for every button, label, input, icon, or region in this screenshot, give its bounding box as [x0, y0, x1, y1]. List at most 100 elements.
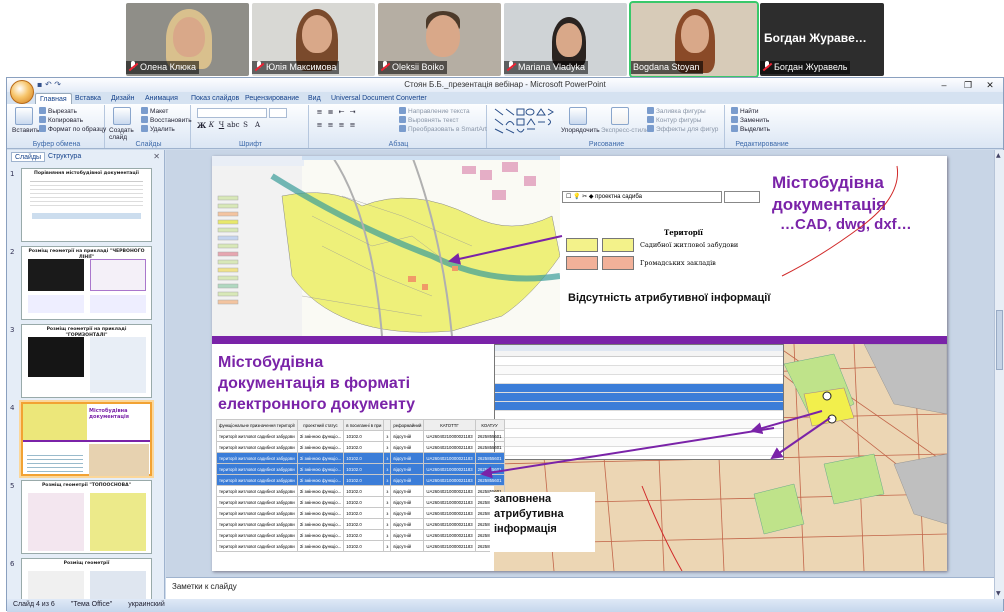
vertical-scrollbar[interactable]: ▲ ▼: [994, 150, 1004, 599]
slide-thumbnail-4[interactable]: Містобудівна документація: [21, 402, 152, 476]
new-slide-button[interactable]: Создать слайд: [109, 127, 139, 141]
participant-tile[interactable]: Mariana Vladyka: [504, 3, 627, 76]
undo-icon[interactable]: ↶: [45, 80, 52, 89]
column-header[interactable]: реформайний: [390, 419, 425, 431]
arrange-icon[interactable]: [569, 107, 587, 125]
table-row[interactable]: території житлової садибної забудови Зі з…: [216, 474, 505, 486]
maximize-button[interactable]: ❐: [957, 78, 979, 92]
attribute-window-row[interactable]: [495, 429, 783, 438]
italic-button[interactable]: К: [207, 121, 216, 130]
font-size-select[interactable]: [269, 108, 287, 118]
column-header[interactable]: в посиланні в при: [343, 419, 385, 431]
notes-pane[interactable]: Заметки к слайду: [166, 577, 994, 599]
close-pane-icon[interactable]: ✕: [153, 152, 160, 161]
column-header[interactable]: КАТОТТГ: [423, 419, 476, 431]
paste-button[interactable]: Вставить: [12, 127, 40, 134]
table-row[interactable]: території житлової садибної забудови Зі з…: [216, 540, 505, 552]
slide-thumbnail-5[interactable]: Розміщ геометрії "ТОПООСНОВА": [21, 480, 152, 554]
quick-styles-button[interactable]: Экспресс-стили: [601, 127, 649, 134]
arrange-button[interactable]: Упорядочить: [561, 127, 600, 134]
redo-icon[interactable]: ↷: [54, 80, 61, 89]
tab-slides[interactable]: Слайды: [11, 152, 46, 162]
attribute-window-row[interactable]: [495, 447, 783, 456]
close-button[interactable]: ✕: [979, 78, 1001, 92]
bullets-button[interactable]: ≡: [315, 108, 324, 117]
align-left-button[interactable]: ≡: [315, 121, 324, 130]
table-row[interactable]: території житлової садибної забудови Зі з…: [216, 518, 505, 530]
paste-icon[interactable]: [15, 107, 33, 125]
underline-button[interactable]: Ч: [217, 121, 226, 130]
align-right-button[interactable]: ≡: [337, 121, 346, 130]
text-direction-button[interactable]: Направление текста: [399, 107, 470, 115]
tab-review[interactable]: Рецензирование: [241, 93, 303, 104]
table-row[interactable]: території житлової садибної забудови Зі з…: [216, 485, 505, 497]
shape-outline-button[interactable]: Контур фигуры: [647, 116, 701, 124]
smartart-button[interactable]: Преобразовать в SmartArt: [399, 125, 487, 133]
align-center-button[interactable]: ≡: [326, 121, 335, 130]
align-text-button[interactable]: Выровнять текст: [399, 116, 459, 124]
justify-button[interactable]: ≡: [348, 121, 357, 130]
office-button[interactable]: [10, 80, 34, 104]
tab-outline[interactable]: Структура: [45, 152, 84, 162]
participant-tile[interactable]: Богдан Журавe… Богдан Журавель: [760, 3, 884, 76]
format-painter-button[interactable]: Формат по образцу: [39, 125, 106, 133]
table-row[interactable]: території житлової садибної забудови Зі з…: [216, 507, 505, 519]
strikethrough-button[interactable]: abc: [227, 121, 240, 130]
font-family-select[interactable]: [197, 108, 267, 118]
shadow-button[interactable]: S: [241, 121, 250, 130]
attribute-window-row[interactable]: [495, 375, 783, 384]
attribute-window-row[interactable]: [495, 357, 783, 366]
participant-tile-active-speaker[interactable]: Bogdana Stoyan: [629, 1, 759, 78]
save-icon[interactable]: ▪: [37, 80, 42, 89]
indent-increase-button[interactable]: ⇥: [348, 108, 357, 117]
indent-decrease-button[interactable]: ⇤: [337, 108, 346, 117]
select-button[interactable]: Выделить: [731, 125, 770, 133]
attribute-window-row[interactable]: [495, 402, 783, 411]
replace-button[interactable]: Заменить: [731, 116, 769, 124]
find-button[interactable]: Найти: [731, 107, 759, 115]
tab-home[interactable]: Главная: [35, 93, 72, 104]
slide-thumbnail-2[interactable]: Розміщ геометрії на прикладі "ЧЕРВОНОГО …: [21, 246, 152, 320]
column-header[interactable]: КОАТУУ: [474, 419, 505, 431]
table-row[interactable]: території житлової садибної забудови Зі з…: [216, 463, 505, 475]
copy-button[interactable]: Копировать: [39, 116, 83, 124]
shapes-gallery[interactable]: [493, 107, 555, 135]
attribute-window-row[interactable]: [495, 384, 783, 393]
slide-thumbnail-1[interactable]: Порівняння містобудівної документації: [21, 168, 152, 242]
current-slide[interactable]: ☐ 💡 ✂ ◆ проектна садиба Території Садибн…: [212, 156, 947, 571]
column-header[interactable]: [383, 419, 392, 431]
bold-button[interactable]: Ж: [197, 121, 206, 130]
attribute-window-row[interactable]: [495, 393, 783, 402]
participant-tile[interactable]: Oleksii Boiko: [378, 3, 501, 76]
slide-thumbnail-6[interactable]: Розміщ геометрії: [21, 558, 152, 604]
shape-fill-button[interactable]: Заливка фигуры: [647, 107, 706, 115]
language-indicator[interactable]: украинский: [128, 601, 165, 608]
attribute-window-row[interactable]: [495, 420, 783, 429]
quick-styles-icon[interactable]: [611, 107, 629, 125]
table-row[interactable]: території житлової садибної забудови Зі з…: [216, 441, 505, 453]
scrollbar-thumb[interactable]: [996, 310, 1003, 370]
slide-thumbnail-3[interactable]: Розміщ геометрії на прикладі "ГОРИЗОНТАЛ…: [21, 324, 152, 398]
tab-animation[interactable]: Анимация: [141, 93, 182, 104]
participant-tile[interactable]: Юлія Максимова: [252, 3, 375, 76]
numbering-button[interactable]: ≣: [326, 108, 335, 117]
cut-button[interactable]: Вырезать: [39, 107, 77, 115]
table-row[interactable]: території житлової садибної забудови Зі з…: [216, 452, 505, 464]
tab-view[interactable]: Вид: [304, 93, 325, 104]
table-row[interactable]: території житлової садибної забудови Зі з…: [216, 496, 505, 508]
shape-effects-button[interactable]: Эффекты для фигур: [647, 125, 718, 133]
minimize-button[interactable]: –: [933, 78, 955, 92]
table-row[interactable]: території житлової садибної забудови Зі з…: [216, 430, 505, 442]
scroll-up-icon[interactable]: ▲: [996, 152, 1001, 159]
participant-tile[interactable]: Олена Клюка: [126, 3, 249, 76]
new-slide-icon[interactable]: [113, 107, 131, 125]
tab-design[interactable]: Дизайн: [107, 93, 139, 104]
attribute-window-row[interactable]: [495, 438, 783, 447]
scroll-down-icon[interactable]: ▼: [996, 590, 1001, 597]
attribute-window-row[interactable]: [495, 366, 783, 375]
tab-insert[interactable]: Вставка: [71, 93, 105, 104]
table-row[interactable]: території житлової садибної забудови Зі з…: [216, 529, 505, 541]
column-header[interactable]: проектний статус: [296, 419, 345, 431]
delete-slide-button[interactable]: Удалить: [141, 125, 175, 133]
font-color-button[interactable]: A: [253, 121, 262, 130]
